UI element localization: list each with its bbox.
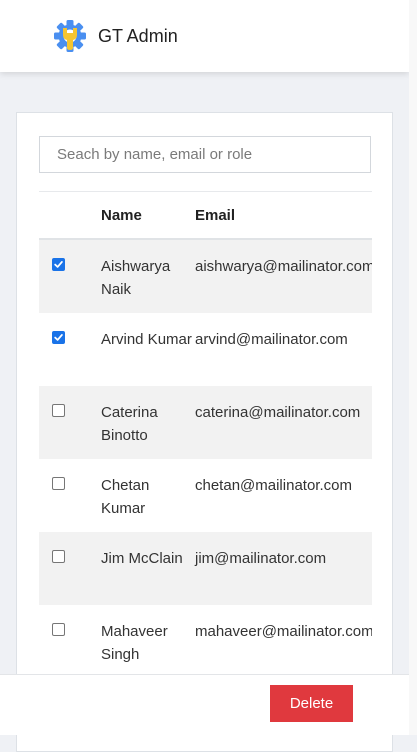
table-row: Mahaveer Singh mahaveer@mailinator.com (39, 605, 372, 678)
action-footer: Delete (0, 674, 409, 735)
checkmark-icon (54, 334, 63, 341)
table-body: Aishwarya Naik aishwarya@mailinator.com Ar… (39, 240, 372, 678)
user-name: Chetan Kumar (101, 477, 150, 517)
user-email: aishwarya@mailinator.com (195, 258, 372, 275)
row-select-cell (39, 401, 101, 417)
row-select-cell (39, 547, 101, 563)
row-checkbox[interactable] (52, 331, 65, 344)
row-select-cell (39, 620, 101, 636)
users-table: Name Email Aishwarya Naik aishwarya@maili… (39, 191, 372, 678)
row-checkbox[interactable] (52, 623, 65, 636)
row-select-cell (39, 328, 101, 344)
table-row: Chetan Kumar chetan@mailinator.com (39, 459, 372, 532)
delete-button[interactable]: Delete (270, 685, 353, 722)
user-email: mahaveer@mailinator.com (195, 623, 372, 640)
checkmark-icon (54, 261, 63, 268)
user-name: Jim McClain (101, 550, 183, 567)
table-row: Caterina Binotto caterina@mailinator.com (39, 386, 372, 459)
row-select-cell (39, 474, 101, 490)
row-checkbox[interactable] (52, 550, 65, 563)
table-row: Jim McClain jim@mailinator.com (39, 532, 372, 605)
name-column-header: Name (101, 206, 142, 224)
user-name: Arvind Kumar (101, 331, 192, 348)
gear-wrench-icon (52, 18, 88, 54)
app-title: GT Admin (98, 25, 178, 46)
user-name: Mahaveer Singh (101, 623, 168, 663)
user-email: chetan@mailinator.com (195, 477, 352, 494)
user-email: jim@mailinator.com (195, 550, 327, 567)
user-name: Aishwarya Naik (101, 258, 171, 298)
user-name: Caterina Binotto (101, 404, 158, 444)
user-email: caterina@mailinator.com (195, 404, 361, 421)
user-email: arvind@mailinator.com (195, 331, 348, 348)
row-checkbox[interactable] (52, 404, 65, 417)
search-input[interactable] (39, 136, 371, 173)
table-header: Name Email (39, 191, 372, 240)
users-card: Name Email Aishwarya Naik aishwarya@maili… (16, 112, 393, 752)
table-row: Arvind Kumar arvind@mailinator.com (39, 313, 372, 386)
row-select-cell (39, 255, 101, 271)
row-checkbox[interactable] (52, 258, 65, 271)
app-header: GT Admin (0, 0, 409, 72)
row-checkbox[interactable] (52, 477, 65, 490)
email-column-header: Email (195, 206, 236, 224)
window-edge (409, 0, 417, 735)
table-row: Aishwarya Naik aishwarya@mailinator.com (39, 240, 372, 313)
